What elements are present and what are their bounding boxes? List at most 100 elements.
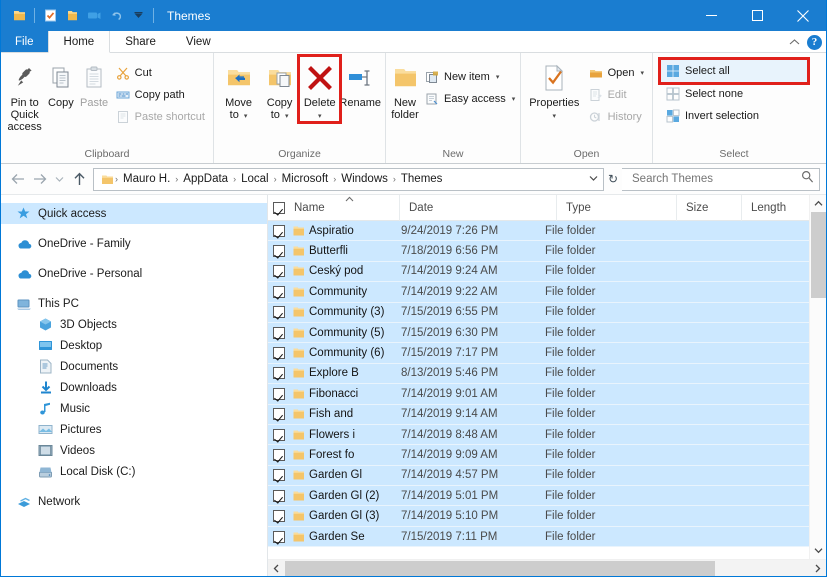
checkbox[interactable] (273, 367, 285, 379)
checkbox[interactable] (273, 388, 285, 400)
sidebar-item-network[interactable]: Network (1, 491, 267, 512)
copy-button[interactable]: Copy (44, 57, 77, 109)
checkbox[interactable] (273, 327, 285, 339)
column-header-length[interactable]: Length (742, 195, 802, 221)
chevron-down-icon[interactable]: ▾ (285, 113, 289, 120)
invert-selection-button[interactable]: Invert selection (661, 105, 807, 126)
undo-icon[interactable] (106, 5, 126, 27)
cut-button[interactable]: Cut (111, 62, 209, 83)
table-row[interactable]: Explore B8/13/2019 5:46 PMFile folder (268, 364, 826, 384)
row-checkbox[interactable] (268, 225, 290, 237)
search-box[interactable] (622, 168, 820, 191)
row-checkbox[interactable] (268, 265, 290, 277)
scroll-left-button[interactable] (268, 560, 285, 577)
chevron-down-icon[interactable]: ▾ (640, 69, 644, 77)
horizontal-scrollbar[interactable] (268, 559, 826, 576)
back-button[interactable] (7, 167, 29, 191)
ribbon-icon[interactable] (84, 5, 104, 27)
easy-access-button[interactable]: Easy access ▾ (420, 88, 519, 109)
sidebar-item-desktop[interactable]: Desktop (1, 335, 267, 356)
tab-file[interactable]: File (1, 31, 48, 52)
folder-icon[interactable] (9, 5, 29, 27)
table-row[interactable]: Community7/14/2019 9:22 AMFile folder (268, 282, 826, 302)
row-checkbox[interactable] (268, 408, 290, 420)
sidebar-item-3d-objects[interactable]: 3D Objects (1, 314, 267, 335)
paste-shortcut-button[interactable]: Paste shortcut (111, 106, 209, 127)
close-button[interactable] (780, 0, 826, 31)
table-row[interactable]: Aspiratio9/24/2019 7:26 PMFile folder (268, 221, 826, 241)
checkbox[interactable] (273, 202, 285, 214)
edit-button[interactable]: Edit (584, 84, 648, 105)
checkbox[interactable] (273, 490, 285, 502)
table-row[interactable]: Community (5)7/15/2019 6:30 PMFile folde… (268, 323, 826, 343)
table-row[interactable]: Fish and7/14/2019 9:14 AMFile folder (268, 405, 826, 425)
column-header-size[interactable]: Size (677, 195, 742, 221)
sidebar-item-onedrive-personal[interactable]: OneDrive - Personal (1, 263, 267, 284)
table-row[interactable]: Community (3)7/15/2019 6:55 PMFile folde… (268, 303, 826, 323)
sidebar-item-videos[interactable]: Videos (1, 440, 267, 461)
history-button[interactable]: History (584, 106, 648, 127)
row-checkbox[interactable] (268, 469, 290, 481)
sidebar-item-local-disk-c[interactable]: Local Disk (C:) (1, 461, 267, 482)
copy-path-button[interactable]: Copy path (111, 84, 209, 105)
breadcrumb-bar[interactable]: › Mauro H. › AppData › Local › Microsoft… (93, 168, 604, 191)
row-checkbox[interactable] (268, 531, 290, 543)
table-row[interactable]: Garden Gl7/14/2019 4:57 PMFile folder (268, 466, 826, 486)
tab-view[interactable]: View (171, 31, 226, 52)
checkbox[interactable] (273, 510, 285, 522)
chevron-down-icon[interactable]: ▾ (318, 113, 322, 120)
refresh-button[interactable]: ↻ (604, 172, 622, 186)
table-row[interactable]: Garden Se7/15/2019 7:11 PMFile folder (268, 527, 826, 547)
chevron-up-icon[interactable] (789, 33, 800, 51)
sidebar-item-quick-access[interactable]: Quick access (1, 203, 267, 224)
table-row[interactable]: Flowers i7/14/2019 8:48 AMFile folder (268, 425, 826, 445)
vertical-scrollbar[interactable] (809, 195, 826, 559)
hscroll-thumb[interactable] (285, 561, 715, 576)
checkbox[interactable] (273, 469, 285, 481)
minimize-button[interactable] (688, 0, 734, 31)
table-row[interactable]: Český pod7/14/2019 9:24 AMFile folder (268, 262, 826, 282)
tab-share[interactable]: Share (110, 31, 171, 52)
pin-to-quick-access-button[interactable]: Pin to Quickaccess (5, 57, 44, 133)
vscroll-track[interactable] (810, 212, 827, 542)
search-icon[interactable] (801, 170, 814, 188)
column-header-name[interactable]: Name (290, 195, 400, 221)
tab-home[interactable]: Home (48, 31, 111, 53)
new-folder-icon[interactable] (62, 5, 82, 27)
delete-button[interactable]: Delete▾ (300, 57, 339, 121)
breadcrumb-item-0[interactable]: Mauro H. (119, 173, 174, 185)
breadcrumb-item-4[interactable]: Windows (337, 173, 392, 185)
table-row[interactable]: Community (6)7/15/2019 7:17 PMFile folde… (268, 343, 826, 363)
row-checkbox[interactable] (268, 286, 290, 298)
chevron-down-icon[interactable]: ▾ (244, 113, 248, 120)
table-row[interactable]: Fibonacci7/14/2019 9:01 AMFile folder (268, 384, 826, 404)
table-row[interactable]: Butterfli7/18/2019 6:56 PMFile folder (268, 241, 826, 261)
row-checkbox[interactable] (268, 306, 290, 318)
maximize-button[interactable] (734, 0, 780, 31)
checkbox[interactable] (273, 286, 285, 298)
checkbox[interactable] (273, 306, 285, 318)
chevron-down-icon[interactable]: ▾ (496, 73, 500, 81)
copy-to-button[interactable]: Copyto ▾ (259, 57, 300, 123)
help-icon[interactable]: ? (807, 35, 822, 50)
new-item-button[interactable]: New item ▾ (420, 66, 519, 87)
hscroll-track[interactable] (285, 560, 809, 577)
table-row[interactable]: Forest fo7/14/2019 9:09 AMFile folder (268, 445, 826, 465)
search-input[interactable] (630, 172, 801, 186)
checkbox[interactable] (273, 531, 285, 543)
customize-qat-caret-icon[interactable] (128, 5, 148, 27)
checkbox[interactable] (273, 245, 285, 257)
breadcrumb-item-3[interactable]: Microsoft (278, 173, 333, 185)
sidebar-item-pictures[interactable]: Pictures (1, 419, 267, 440)
properties-button[interactable]: Properties▾ (525, 57, 584, 121)
sidebar-item-onedrive-family[interactable]: OneDrive - Family (1, 233, 267, 254)
row-checkbox[interactable] (268, 490, 290, 502)
breadcrumb-item-1[interactable]: AppData (179, 173, 232, 185)
breadcrumb-item-5[interactable]: Themes (397, 173, 447, 185)
move-to-button[interactable]: Moveto ▾ (218, 57, 259, 123)
checkbox[interactable] (273, 347, 285, 359)
chevron-down-icon[interactable]: ▾ (512, 95, 516, 103)
sidebar-item-music[interactable]: Music (1, 398, 267, 419)
table-row[interactable]: Garden Gl (3)7/14/2019 5:10 PMFile folde… (268, 506, 826, 526)
checkbox[interactable] (273, 449, 285, 461)
